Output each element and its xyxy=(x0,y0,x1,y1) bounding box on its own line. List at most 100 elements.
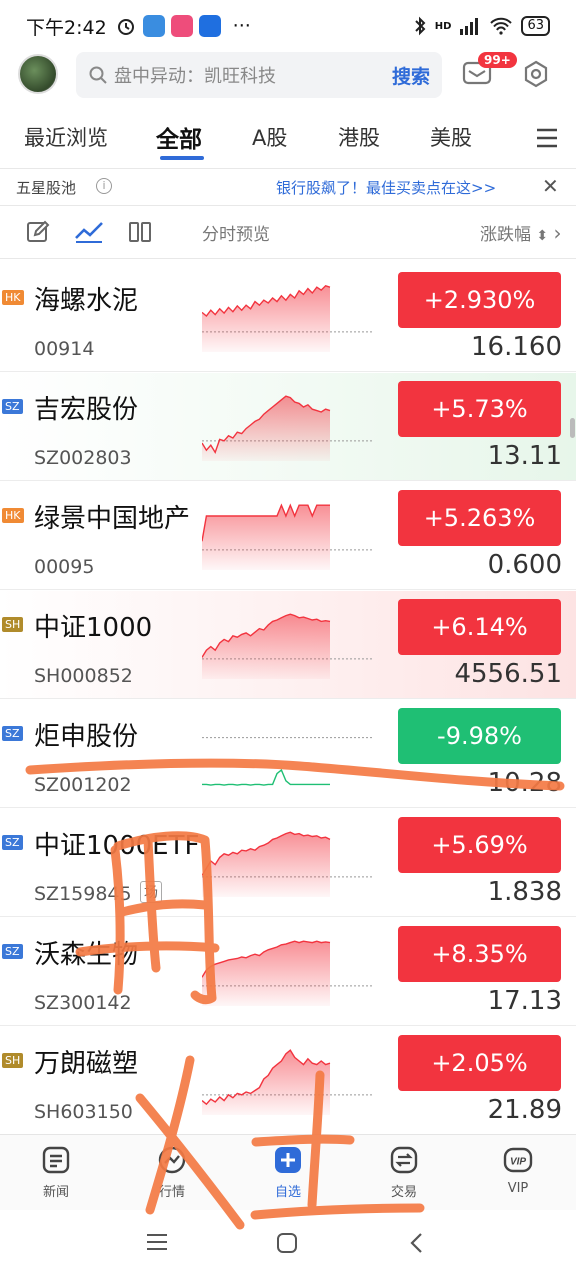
stock-code: SZ300142 xyxy=(34,992,132,1014)
stock-row[interactable]: SZ 吉宏股份 SZ002803 +5.73% 13.11 xyxy=(0,373,576,481)
change-percent-pill[interactable]: +5.69% xyxy=(398,817,561,873)
intraday-sparkline xyxy=(202,831,374,897)
tab-recent[interactable]: 最近浏览 xyxy=(24,122,108,152)
scrollbar-thumb[interactable] xyxy=(570,418,575,438)
status-notification-icons: ··· xyxy=(115,15,251,37)
menu-icon[interactable] xyxy=(536,128,558,148)
bottom-navigation: 新闻 行情 自选 交易 VIP VIP xyxy=(0,1134,576,1210)
home-icon[interactable] xyxy=(276,1232,298,1254)
intraday-sparkline xyxy=(202,503,374,570)
sparkline-area xyxy=(202,614,330,679)
nav-label: VIP xyxy=(507,1181,529,1196)
stock-code: 00095 xyxy=(34,556,95,578)
status-system-icons: HD 63 xyxy=(413,16,550,36)
nav-watchlist[interactable]: 自选 xyxy=(248,1145,328,1200)
stock-row[interactable]: SZ 中证1000ETF SZ159845 场 +5.69% 1.838 xyxy=(0,809,576,917)
market-badge: HK xyxy=(2,290,24,305)
tab-us-stocks[interactable]: 美股 xyxy=(430,122,472,152)
stock-price: 0.600 xyxy=(487,550,562,580)
intraday-sparkline xyxy=(202,395,374,461)
stock-code: SZ001202 xyxy=(34,774,132,796)
chevron-right-icon: › xyxy=(553,221,562,245)
columns-view-icon[interactable] xyxy=(128,220,152,244)
stock-price: 21.89 xyxy=(487,1095,562,1125)
nav-vip[interactable]: VIP VIP xyxy=(478,1145,558,1196)
market-badge: SH xyxy=(2,617,24,632)
tab-all[interactable]: 全部 xyxy=(156,120,202,154)
watchlist-plus-icon xyxy=(275,1147,301,1173)
tab-a-shares[interactable]: A股 xyxy=(252,122,287,152)
promo-banner: 五星股池 i 银行股飙了！最佳买卖点在这>> ✕ xyxy=(0,170,576,204)
user-avatar[interactable] xyxy=(18,54,58,94)
change-percent-label: 涨跌幅 xyxy=(480,225,531,245)
stock-row[interactable]: SH 万朗磁塑 SH603150 +2.05% 21.89 xyxy=(0,1027,576,1135)
recent-apps-icon[interactable] xyxy=(146,1232,168,1252)
status-time: 下午2:42 xyxy=(26,16,107,39)
search-box[interactable]: 盘中异动：凯旺科技 搜索 xyxy=(76,52,442,98)
stock-row[interactable]: HK 绿景中国地产 00095 +5.263% 0.600 xyxy=(0,482,576,590)
change-percent-pill[interactable]: +2.930% xyxy=(398,272,561,328)
more-notifications-icon: ··· xyxy=(232,15,251,37)
sparkline-area xyxy=(202,1050,330,1115)
status-bar: 下午2:42 ··· HD 63 xyxy=(0,0,576,52)
nav-market[interactable]: 行情 xyxy=(132,1145,212,1200)
intraday-sparkline xyxy=(202,285,374,352)
market-badge: SZ xyxy=(2,835,23,850)
stock-code: SH000852 xyxy=(34,665,133,687)
change-percent-pill[interactable]: -9.98% xyxy=(398,708,561,764)
nav-label: 行情 xyxy=(158,1185,185,1200)
info-icon[interactable]: i xyxy=(96,178,112,194)
intraday-preview-label: 分时预览 xyxy=(202,225,270,245)
sparkline-area xyxy=(202,505,330,570)
divider xyxy=(0,258,576,259)
nav-trade[interactable]: 交易 xyxy=(364,1145,444,1200)
tab-hk-stocks[interactable]: 港股 xyxy=(338,122,380,152)
stock-row[interactable]: SH 中证1000 SH000852 +6.14% 4556.51 xyxy=(0,591,576,699)
search-button[interactable]: 搜索 xyxy=(392,62,430,89)
stock-name: 中证1000ETF xyxy=(34,831,200,861)
stock-name: 中证1000 xyxy=(34,613,153,643)
promo-ad-link[interactable]: 银行股飙了！最佳买卖点在这>> xyxy=(276,177,496,198)
svg-text:VIP: VIP xyxy=(510,1157,526,1168)
alarm-icon xyxy=(117,19,134,35)
change-percent-pill[interactable]: +5.73% xyxy=(398,381,561,437)
intraday-sparkline xyxy=(202,613,374,679)
battery-indicator: 63 xyxy=(521,16,550,36)
change-percent-sort[interactable]: 涨跌幅 ⬍ › xyxy=(480,220,562,245)
settings-icon[interactable] xyxy=(522,60,550,88)
stock-row[interactable]: SZ 炬申股份 SZ001202 -9.98% 10.28 xyxy=(0,700,576,808)
nav-label: 新闻 xyxy=(42,1185,69,1200)
sparkline-area xyxy=(202,396,330,461)
stock-price: 16.160 xyxy=(471,332,562,362)
wifi-icon xyxy=(490,17,513,35)
stock-name: 海螺水泥 xyxy=(34,286,139,316)
stock-price: 1.838 xyxy=(487,877,562,907)
stock-row[interactable]: SZ 沃森生物 SZ300142 +8.35% 17.13 xyxy=(0,918,576,1026)
search-header: 盘中异动：凯旺科技 搜索 99+ xyxy=(0,52,576,100)
five-star-pool-link[interactable]: 五星股池 xyxy=(16,177,76,198)
change-percent-pill[interactable]: +2.05% xyxy=(398,1035,561,1091)
close-icon[interactable]: ✕ xyxy=(542,174,559,198)
stock-name: 吉宏股份 xyxy=(34,395,139,425)
app-notification-icon xyxy=(170,15,193,37)
vip-icon: VIP xyxy=(503,1147,533,1173)
nav-news[interactable]: 新闻 xyxy=(16,1145,96,1200)
sparkline-area xyxy=(202,285,330,352)
stock-code: SZ159845 xyxy=(34,883,132,905)
stock-price: 17.13 xyxy=(487,986,562,1016)
trade-icon xyxy=(390,1146,418,1174)
stock-row[interactable]: HK 海螺水泥 00914 +2.930% 16.160 xyxy=(0,264,576,372)
change-percent-pill[interactable]: +5.263% xyxy=(398,490,561,546)
back-icon[interactable] xyxy=(408,1232,424,1254)
exchange-traded-tag: 场 xyxy=(140,881,162,903)
edit-icon[interactable] xyxy=(26,220,50,244)
stock-name: 炬申股份 xyxy=(34,722,139,752)
list-toolbar: 分时预览 涨跌幅 ⬍ › xyxy=(0,206,576,258)
change-percent-pill[interactable]: +6.14% xyxy=(398,599,561,655)
change-percent-pill[interactable]: +8.35% xyxy=(398,926,561,982)
trend-view-icon[interactable] xyxy=(74,220,104,244)
app-notification-icon xyxy=(142,15,165,37)
stock-code: SZ002803 xyxy=(34,447,132,469)
sparkline-line xyxy=(202,768,330,786)
divider xyxy=(0,168,576,169)
